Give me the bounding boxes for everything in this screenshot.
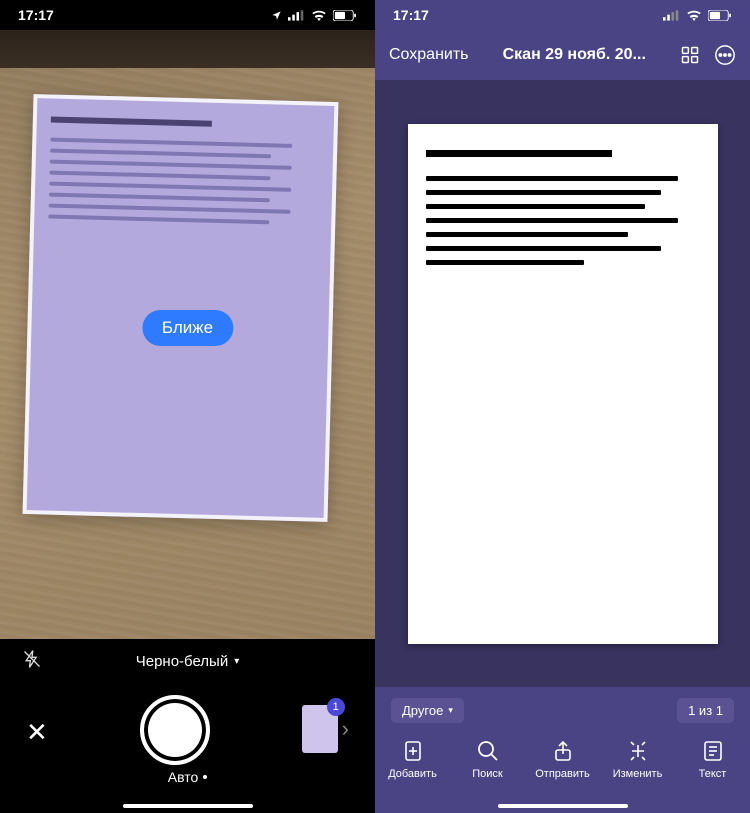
wifi-icon xyxy=(686,10,702,21)
filter-label: Черно-белый xyxy=(136,653,228,670)
signal-icon xyxy=(663,10,680,21)
location-icon xyxy=(271,10,282,21)
document-title[interactable]: Скан 29 нояб. 20... xyxy=(503,46,646,64)
color-filter-select[interactable]: Черно-белый ▾ xyxy=(136,653,240,670)
scanned-page[interactable] xyxy=(408,124,718,644)
capture-mode-label: Авто xyxy=(168,769,199,785)
save-button[interactable]: Сохранить xyxy=(389,46,469,64)
close-button[interactable]: ✕ xyxy=(26,717,48,748)
status-time: 17:17 xyxy=(18,7,54,23)
chevron-down-icon: ▾ xyxy=(448,705,453,716)
ocr-text-button[interactable]: Текст xyxy=(683,739,743,780)
add-page-button[interactable]: Добавить xyxy=(383,739,443,780)
toolbar-label: Текст xyxy=(699,768,727,780)
thumbnail-count-badge: 1 xyxy=(327,698,345,716)
wifi-icon xyxy=(311,10,327,21)
captured-thumbnails[interactable]: 1 › xyxy=(302,705,349,753)
pager-label: 1 из 1 xyxy=(688,703,723,718)
camera-hint-pill: Ближе xyxy=(142,310,233,346)
camera-viewport[interactable]: Ближе xyxy=(0,30,375,639)
thumbnail[interactable]: 1 xyxy=(302,705,338,753)
edit-button[interactable]: Изменить xyxy=(608,739,668,780)
share-button[interactable]: Отправить xyxy=(533,739,593,780)
status-bar: 17:17 xyxy=(0,0,375,30)
battery-icon xyxy=(708,10,732,21)
grid-view-icon[interactable] xyxy=(680,45,700,65)
status-bar: 17:17 xyxy=(375,0,750,30)
battery-icon xyxy=(333,10,357,21)
chevron-down-icon: ▾ xyxy=(234,656,239,667)
category-tag-label: Другое xyxy=(402,703,443,718)
toolbar-label: Отправить xyxy=(535,768,590,780)
bottom-toolbar: Добавить Поиск Отправить Изменить Текст xyxy=(375,733,750,813)
flash-toggle[interactable] xyxy=(22,649,42,673)
page-indicator[interactable]: 1 из 1 xyxy=(677,698,734,723)
editor-header: Сохранить Скан 29 нояб. 20... xyxy=(375,30,750,80)
home-indicator[interactable] xyxy=(123,804,253,808)
toolbar-label: Изменить xyxy=(613,768,663,780)
category-tag-select[interactable]: Другое ▾ xyxy=(391,698,464,723)
filter-bar: Черно-белый ▾ xyxy=(0,639,375,683)
toolbar-label: Поиск xyxy=(472,768,502,780)
signal-icon xyxy=(288,10,305,21)
dot-icon xyxy=(203,775,207,779)
detected-document xyxy=(23,94,339,522)
more-icon[interactable] xyxy=(714,44,736,66)
capture-mode-select[interactable]: Авто xyxy=(168,769,208,785)
scan-preview-area[interactable] xyxy=(375,80,750,687)
search-button[interactable]: Поиск xyxy=(458,739,518,780)
toolbar-label: Добавить xyxy=(388,768,437,780)
status-time: 17:17 xyxy=(393,7,429,23)
shutter-button[interactable] xyxy=(140,695,210,765)
chevron-right-icon: › xyxy=(342,716,349,742)
home-indicator[interactable] xyxy=(498,804,628,808)
